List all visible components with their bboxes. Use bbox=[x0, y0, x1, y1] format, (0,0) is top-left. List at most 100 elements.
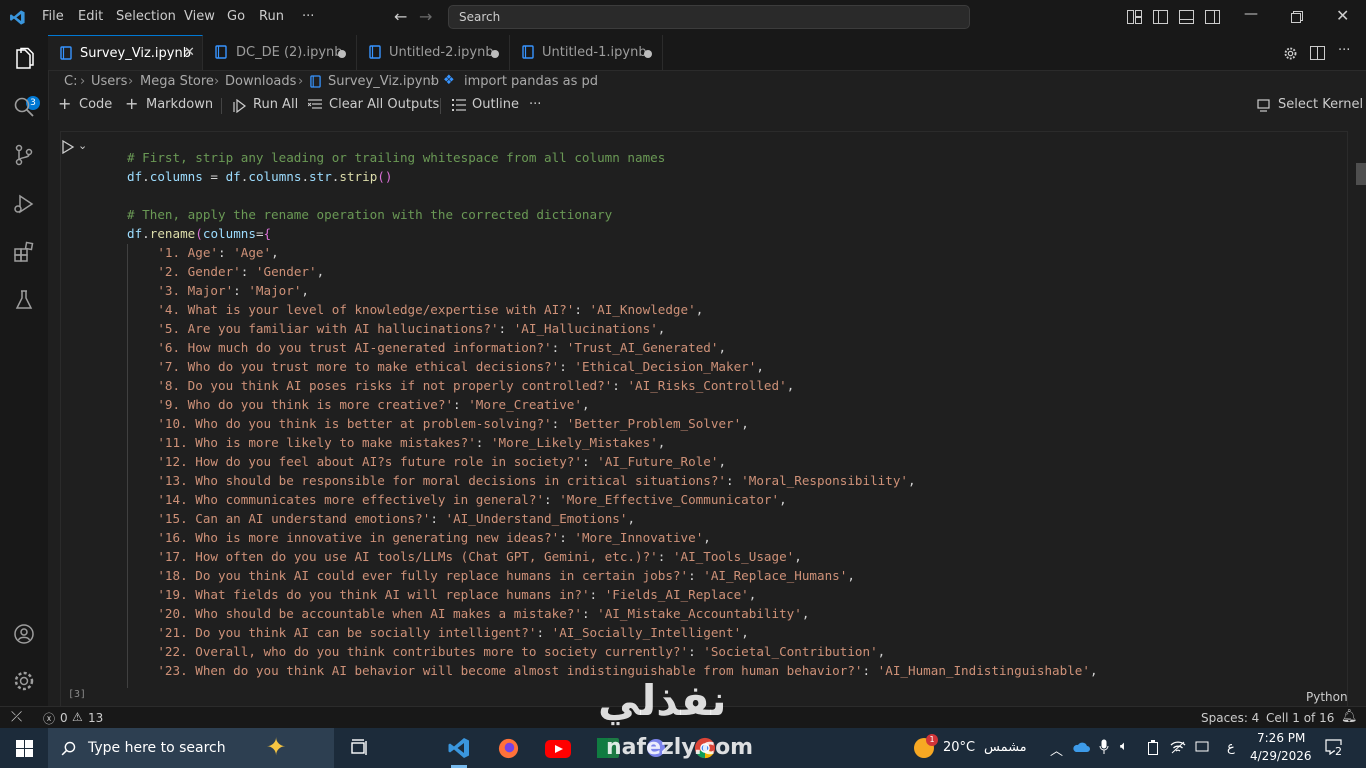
menu-view[interactable]: View bbox=[184, 9, 215, 24]
add-markdown-button[interactable]: Markdown bbox=[146, 97, 213, 112]
more-actions-icon[interactable]: ··· bbox=[1338, 43, 1350, 58]
vscode-taskbar-icon[interactable] bbox=[447, 736, 471, 760]
windows-start-icon[interactable] bbox=[16, 740, 33, 757]
unsaved-dot-icon[interactable] bbox=[491, 50, 499, 58]
microphone-icon[interactable] bbox=[1099, 739, 1109, 755]
breadcrumb: C: › Users › Mega Store › Downloads › Su… bbox=[48, 71, 1366, 93]
code-line: '2. Gender': 'Gender', bbox=[157, 264, 325, 279]
toolbar-more-button[interactable]: ··· bbox=[529, 97, 541, 112]
chevron-right-icon: › bbox=[214, 74, 220, 89]
add-icon: + bbox=[125, 94, 139, 113]
tab-label: DC_DE (2).ipynb bbox=[236, 45, 343, 60]
clear-all-outputs-button[interactable]: Clear All Outputs bbox=[329, 97, 439, 112]
taskbar-search-box[interactable]: Type here to search ✦ bbox=[48, 728, 334, 768]
toggle-panel-icon[interactable] bbox=[1179, 10, 1194, 24]
search-placeholder: Search bbox=[459, 10, 501, 24]
source-control-icon[interactable] bbox=[12, 143, 36, 167]
chevron-right-icon: › bbox=[128, 74, 134, 89]
youtube-icon[interactable] bbox=[545, 740, 571, 758]
breadcrumb-file[interactable]: Survey_Viz.ipynb bbox=[328, 74, 439, 89]
breadcrumb-downloads[interactable]: Downloads bbox=[225, 74, 296, 89]
outline-list-icon bbox=[452, 99, 466, 111]
wifi-icon[interactable] bbox=[1170, 740, 1186, 754]
manage-gear-icon[interactable] bbox=[12, 669, 36, 693]
error-count[interactable]: 0 bbox=[60, 711, 68, 725]
run-all-icon bbox=[233, 99, 246, 113]
firefox-icon[interactable] bbox=[497, 737, 520, 760]
code-editor[interactable]: # First, strip any leading or trailing w… bbox=[94, 138, 1346, 688]
toggle-primary-sidebar-icon[interactable] bbox=[1153, 10, 1168, 24]
clock-date[interactable]: 4/29/2026 bbox=[1250, 749, 1312, 763]
menu-go[interactable]: Go bbox=[227, 9, 245, 24]
command-center-search[interactable]: Search bbox=[448, 5, 970, 29]
volume-speaker-icon[interactable]: 🔈︎ bbox=[1120, 739, 1128, 754]
cell-position-status[interactable]: Cell 1 of 16 bbox=[1266, 711, 1334, 725]
tab-untitled-1[interactable]: Untitled-1.ipynb bbox=[510, 35, 663, 70]
split-editor-icon[interactable] bbox=[1310, 46, 1325, 60]
restore-icon[interactable] bbox=[1291, 11, 1303, 23]
breadcrumb-mega-store[interactable]: Mega Store bbox=[140, 74, 214, 89]
warning-count[interactable]: 13 bbox=[88, 711, 103, 725]
run-cell-icon[interactable] bbox=[61, 140, 75, 154]
notifications-bell-icon[interactable]: 🔔︎ bbox=[1341, 709, 1358, 724]
onedrive-cloud-icon[interactable] bbox=[1072, 741, 1090, 753]
add-code-button[interactable]: Code bbox=[79, 97, 112, 112]
remote-indicator-icon[interactable]: ⤫ bbox=[11, 709, 22, 725]
indentation-status[interactable]: Spaces: 4 bbox=[1201, 711, 1259, 725]
weather-condition[interactable]: مشمس bbox=[984, 740, 1027, 755]
code-line: '12. How do you feel about AI?s future r… bbox=[157, 454, 727, 469]
run-all-button[interactable]: Run All bbox=[253, 97, 298, 112]
customize-layout-icon[interactable] bbox=[1127, 10, 1142, 24]
accounts-icon[interactable] bbox=[12, 622, 36, 646]
battery-icon[interactable] bbox=[1146, 740, 1160, 755]
menu-selection[interactable]: Selection bbox=[116, 9, 176, 24]
outline-button[interactable]: Outline bbox=[472, 97, 519, 112]
tab-label: Untitled-1.ipynb bbox=[542, 45, 647, 60]
code-content[interactable]: # First, strip any leading or trailing w… bbox=[127, 148, 1098, 680]
run-debug-icon[interactable] bbox=[12, 192, 36, 216]
display-power-icon[interactable] bbox=[1195, 740, 1209, 754]
breadcrumb-cell[interactable]: import pandas as pd bbox=[464, 74, 598, 89]
tab-survey-viz[interactable]: Survey_Viz.ipynb ✕ bbox=[48, 35, 203, 70]
close-window-icon[interactable]: ✕ bbox=[1336, 6, 1349, 25]
testing-icon[interactable] bbox=[12, 288, 36, 312]
close-tab-icon[interactable]: ✕ bbox=[184, 45, 195, 60]
weather-badge: 1 bbox=[926, 734, 938, 746]
scrollbar-thumb[interactable] bbox=[1356, 163, 1366, 185]
breadcrumb-drive[interactable]: C: bbox=[64, 74, 77, 89]
back-arrow-icon[interactable]: ← bbox=[394, 7, 407, 26]
notebook-file-icon bbox=[215, 45, 227, 59]
menu-more[interactable]: ··· bbox=[302, 9, 314, 24]
notebook-settings-gear-icon[interactable] bbox=[1283, 46, 1298, 61]
tab-untitled-2[interactable]: Untitled-2.ipynb bbox=[357, 35, 510, 70]
menu-file[interactable]: File bbox=[42, 9, 64, 24]
input-language[interactable]: ع bbox=[1227, 740, 1235, 755]
clock-time[interactable]: 7:26 PM bbox=[1257, 731, 1305, 745]
code-line: df.rename(columns={ bbox=[127, 226, 272, 241]
extensions-icon[interactable] bbox=[12, 240, 36, 264]
python-cell-icon: ❖ bbox=[443, 73, 455, 88]
vscode-logo-icon[interactable] bbox=[9, 9, 26, 26]
unsaved-dot-icon[interactable] bbox=[338, 50, 346, 58]
menu-edit[interactable]: Edit bbox=[78, 9, 103, 24]
weather-temperature[interactable]: 20°C bbox=[943, 740, 975, 755]
code-line: '6. How much do you trust AI-generated i… bbox=[157, 340, 727, 355]
search-icon[interactable] bbox=[12, 95, 36, 119]
show-hidden-icons-chevron-icon[interactable]: ︿ bbox=[1050, 740, 1063, 759]
code-line: '19. What fields do you think AI will re… bbox=[157, 587, 757, 602]
cell-language[interactable]: Python bbox=[1306, 690, 1348, 704]
task-view-icon[interactable] bbox=[350, 739, 370, 757]
code-line: '7. Who do you trust more to make ethica… bbox=[157, 359, 764, 374]
toggle-secondary-sidebar-icon[interactable] bbox=[1205, 10, 1220, 24]
forward-arrow-icon[interactable]: → bbox=[419, 7, 432, 26]
code-line: '17. How often do you use AI tools/LLMs … bbox=[157, 549, 802, 564]
minimize-icon[interactable]: — bbox=[1244, 6, 1258, 22]
chevron-down-icon[interactable]: ⌄ bbox=[78, 139, 87, 152]
menu-run[interactable]: Run bbox=[259, 9, 284, 24]
explorer-icon[interactable] bbox=[12, 47, 36, 71]
select-kernel-button[interactable]: Select Kernel bbox=[1278, 97, 1363, 112]
breadcrumb-users[interactable]: Users bbox=[91, 74, 127, 89]
code-line: '18. Do you think AI could ever fully re… bbox=[157, 568, 855, 583]
unsaved-dot-icon[interactable] bbox=[644, 50, 652, 58]
tab-dc-de[interactable]: DC_DE (2).ipynb bbox=[203, 35, 357, 70]
